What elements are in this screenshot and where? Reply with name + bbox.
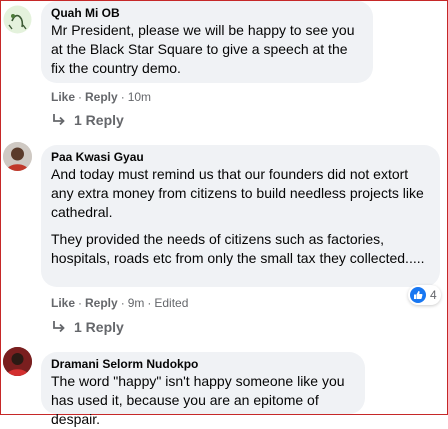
avatar-default[interactable] xyxy=(3,5,32,34)
view-replies-link[interactable]: 1 Reply xyxy=(52,111,124,129)
like-button[interactable]: Like xyxy=(51,90,75,104)
like-thumb-icon xyxy=(410,287,426,303)
comment-time[interactable]: 9m xyxy=(128,296,145,310)
comment-author[interactable]: Dramani Selorm Nudokpo xyxy=(51,357,355,372)
comment-bubble: Quah Mi OB Mr President, please we will … xyxy=(41,1,373,83)
replies-label: 1 Reply xyxy=(74,112,124,128)
reply-button[interactable]: Reply xyxy=(85,90,118,104)
like-button[interactable]: Like xyxy=(51,296,75,310)
comment-text: And today must remind us that our founde… xyxy=(51,166,424,220)
comment-actions: Like · Reply · 9m · Edited xyxy=(51,296,189,310)
comment-text: The word "happy" isn't happy someone lik… xyxy=(51,373,345,427)
reaction-count: 4 xyxy=(430,288,437,302)
comment-bubble: Dramani Selorm Nudokpo The word "happy" … xyxy=(41,352,365,427)
comment-time[interactable]: 10m xyxy=(128,90,151,104)
comment-text: They provided the needs of citizens such… xyxy=(51,231,425,266)
comment-bubble: Paa Kwasi Gyau And today must remind us … xyxy=(41,145,440,287)
reply-button[interactable]: Reply xyxy=(85,296,118,310)
edited-label[interactable]: Edited xyxy=(154,296,188,310)
avatar-dramani-selorm-nudokpo[interactable] xyxy=(3,347,32,376)
person-photo-icon xyxy=(3,142,32,171)
reply-arrow-icon xyxy=(53,321,65,333)
view-replies-link[interactable]: 1 Reply xyxy=(52,318,124,336)
comment-author[interactable]: Paa Kwasi Gyau xyxy=(51,150,430,165)
comment-author[interactable]: Quah Mi OB xyxy=(51,6,363,21)
replies-label: 1 Reply xyxy=(74,319,124,335)
avatar-paa-kwasi-gyau[interactable] xyxy=(3,142,32,171)
comment-actions: Like · Reply · 10m xyxy=(51,90,152,104)
person-photo-icon xyxy=(3,347,32,376)
default-avatar-icon xyxy=(3,5,32,34)
reaction-summary[interactable]: 4 xyxy=(408,285,441,305)
reply-arrow-icon xyxy=(53,114,65,126)
comment-text: Mr President, please we will be happy to… xyxy=(51,22,355,76)
